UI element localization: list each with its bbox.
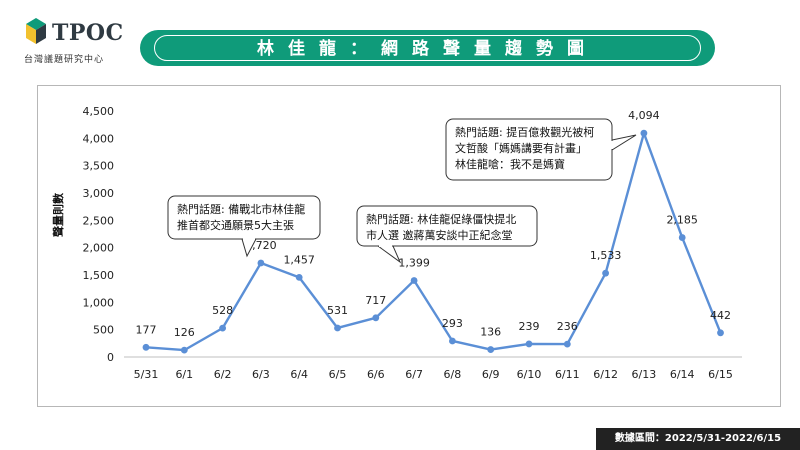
x-tick-label: 6/11 xyxy=(555,368,580,381)
x-tick-label: 6/1 xyxy=(175,368,193,381)
data-label: 177 xyxy=(136,323,157,336)
callout-text: 文哲酸「媽媽講要有計畫」 xyxy=(455,141,587,155)
data-label: 1,399 xyxy=(398,257,430,270)
data-point xyxy=(142,343,150,351)
data-label: 717 xyxy=(365,294,386,307)
data-label: 1,533 xyxy=(590,249,622,262)
y-tick-label: 3,500 xyxy=(83,160,115,173)
x-tick-label: 6/9 xyxy=(482,368,500,381)
callout-pointer xyxy=(376,245,402,264)
data-label: 1,457 xyxy=(283,253,315,266)
data-point xyxy=(219,324,227,332)
callout: 熱門話題: 提百億救觀光被柯文哲酸「媽媽講要有計畫」林佳龍嗆：我不是媽寶 xyxy=(445,118,637,181)
data-label: 531 xyxy=(327,304,348,317)
y-tick-label: 3,000 xyxy=(83,187,115,200)
data-point xyxy=(563,340,571,348)
data-point xyxy=(372,314,380,322)
data-label: 2,185 xyxy=(666,214,698,227)
data-label: 236 xyxy=(557,320,578,333)
callout: 熱門話題: 林佳龍促綠僵快提北市人選 邀蔣萬安談中正紀念堂 xyxy=(356,205,538,264)
y-tick-label: 2,000 xyxy=(83,242,115,255)
callout-text: 熱門話題: 提百億救觀光被柯 xyxy=(455,125,594,139)
y-tick-label: 1,500 xyxy=(83,269,115,282)
callout-text: 熱門話題: 林佳龍促綠僵快提北 xyxy=(366,212,516,226)
x-tick-label: 6/2 xyxy=(214,368,232,381)
data-point xyxy=(180,346,188,354)
callout-text: 推首都交通願景5大主張 xyxy=(177,218,294,232)
x-tick-label: 6/8 xyxy=(444,368,462,381)
data-point xyxy=(257,259,265,267)
x-tick-label: 6/6 xyxy=(367,368,385,381)
data-label: 528 xyxy=(212,304,233,317)
y-tick-label: 4,000 xyxy=(83,132,115,145)
x-tick-label: 6/12 xyxy=(593,368,618,381)
x-tick-label: 6/5 xyxy=(329,368,347,381)
x-tick-label: 6/15 xyxy=(708,368,733,381)
data-point xyxy=(678,234,686,241)
x-tick-label: 6/13 xyxy=(632,368,657,381)
data-point xyxy=(295,273,303,281)
data-point xyxy=(410,277,418,284)
data-point xyxy=(717,329,724,337)
line-chart: 0 500 1,000 1,500 2,000 2,500 3,000 3,500 4,000 4… xyxy=(83,105,742,381)
x-tick-label: 6/10 xyxy=(517,368,542,381)
callout: 熱門話題: 備戰北市林佳龍推首都交通願景5大主張 xyxy=(167,195,321,258)
y-tick-label: 500 xyxy=(93,324,114,337)
date-range-footer: 數據區間：2022/5/31-2022/6/15 xyxy=(596,428,800,450)
y-tick-label: 2,500 xyxy=(83,214,115,227)
x-tick-label: 6/14 xyxy=(670,368,695,381)
data-point xyxy=(602,269,609,277)
data-point xyxy=(449,337,456,345)
y-axis-title: 聲量則數 xyxy=(52,193,65,237)
data-label: 239 xyxy=(519,320,540,333)
x-tick-label: 5/31 xyxy=(134,368,159,381)
data-point xyxy=(640,129,648,137)
x-tick-label: 6/4 xyxy=(290,368,308,381)
data-label: 136 xyxy=(480,326,501,339)
x-tick-label: 6/7 xyxy=(405,368,423,381)
callout-text: 熱門話題: 備戰北市林佳龍 xyxy=(177,202,305,216)
data-point xyxy=(525,340,533,348)
callout-text: 市人選 邀蔣萬安談中正紀念堂 xyxy=(366,228,513,242)
callout-text: 林佳龍嗆：我不是媽寶 xyxy=(455,157,565,171)
data-label: 293 xyxy=(442,317,463,330)
x-tick-label: 6/3 xyxy=(252,368,270,381)
data-label: 4,094 xyxy=(628,109,660,122)
y-tick-label: 4,500 xyxy=(83,105,115,118)
data-label: 442 xyxy=(710,309,731,322)
callout-pointer xyxy=(611,134,637,151)
data-label: 126 xyxy=(174,326,195,339)
y-tick-label: 0 xyxy=(107,351,114,364)
y-tick-label: 1,000 xyxy=(83,296,115,309)
data-point xyxy=(334,324,341,332)
callout-layer: 熱門話題: 備戰北市林佳龍推首都交通願景5大主張 熱門話題: 林佳龍促綠僵快提北市… xyxy=(167,118,637,264)
data-point xyxy=(487,346,495,353)
